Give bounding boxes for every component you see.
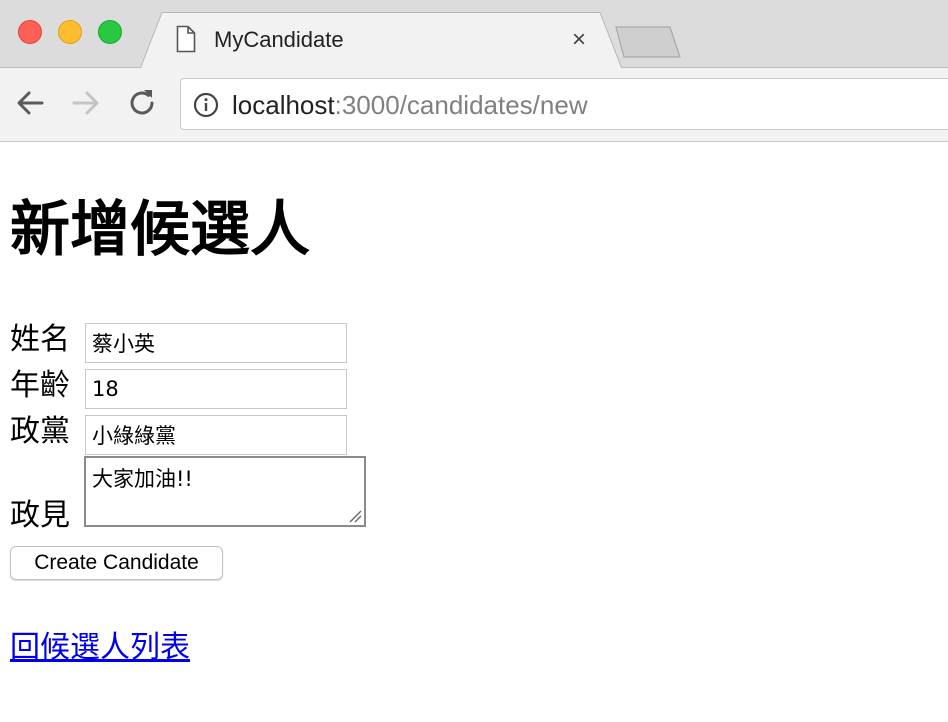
name-label: 姓名 [10, 322, 70, 357]
age-input[interactable] [85, 369, 347, 409]
policy-label: 政見 [10, 498, 70, 533]
url-host: localhost [232, 90, 335, 120]
party-label: 政黨 [10, 414, 70, 449]
site-info-icon[interactable] [193, 92, 219, 118]
window-minimize-button[interactable] [58, 20, 82, 44]
party-input[interactable] [85, 415, 347, 455]
document-icon [176, 25, 196, 53]
tab-close-icon[interactable]: × [566, 26, 592, 54]
url-path: :3000/candidates/new [334, 90, 588, 120]
window-zoom-button[interactable] [98, 20, 122, 44]
reload-icon[interactable] [125, 86, 159, 120]
resize-grip-icon[interactable] [346, 507, 362, 523]
back-arrow-icon[interactable] [13, 86, 47, 120]
create-candidate-button[interactable]: Create Candidate [10, 546, 223, 580]
name-input[interactable] [85, 323, 347, 363]
browser-window: MyCandidate × localhost:3000/candidates/… [0, 0, 948, 722]
page-title: 新增候選人 [10, 195, 310, 265]
forward-arrow-icon[interactable] [69, 86, 103, 120]
url-text: localhost:3000/candidates/new [232, 90, 588, 120]
back-to-list-link[interactable]: 回候選人列表 [10, 628, 190, 668]
tab-mycandidate[interactable] [140, 12, 622, 69]
age-label: 年齡 [10, 368, 70, 403]
policy-textarea[interactable]: 大家加油!! [84, 456, 366, 527]
window-close-button[interactable] [18, 20, 42, 44]
new-tab-button[interactable] [614, 26, 684, 60]
tab-title: MyCandidate [214, 27, 344, 52]
